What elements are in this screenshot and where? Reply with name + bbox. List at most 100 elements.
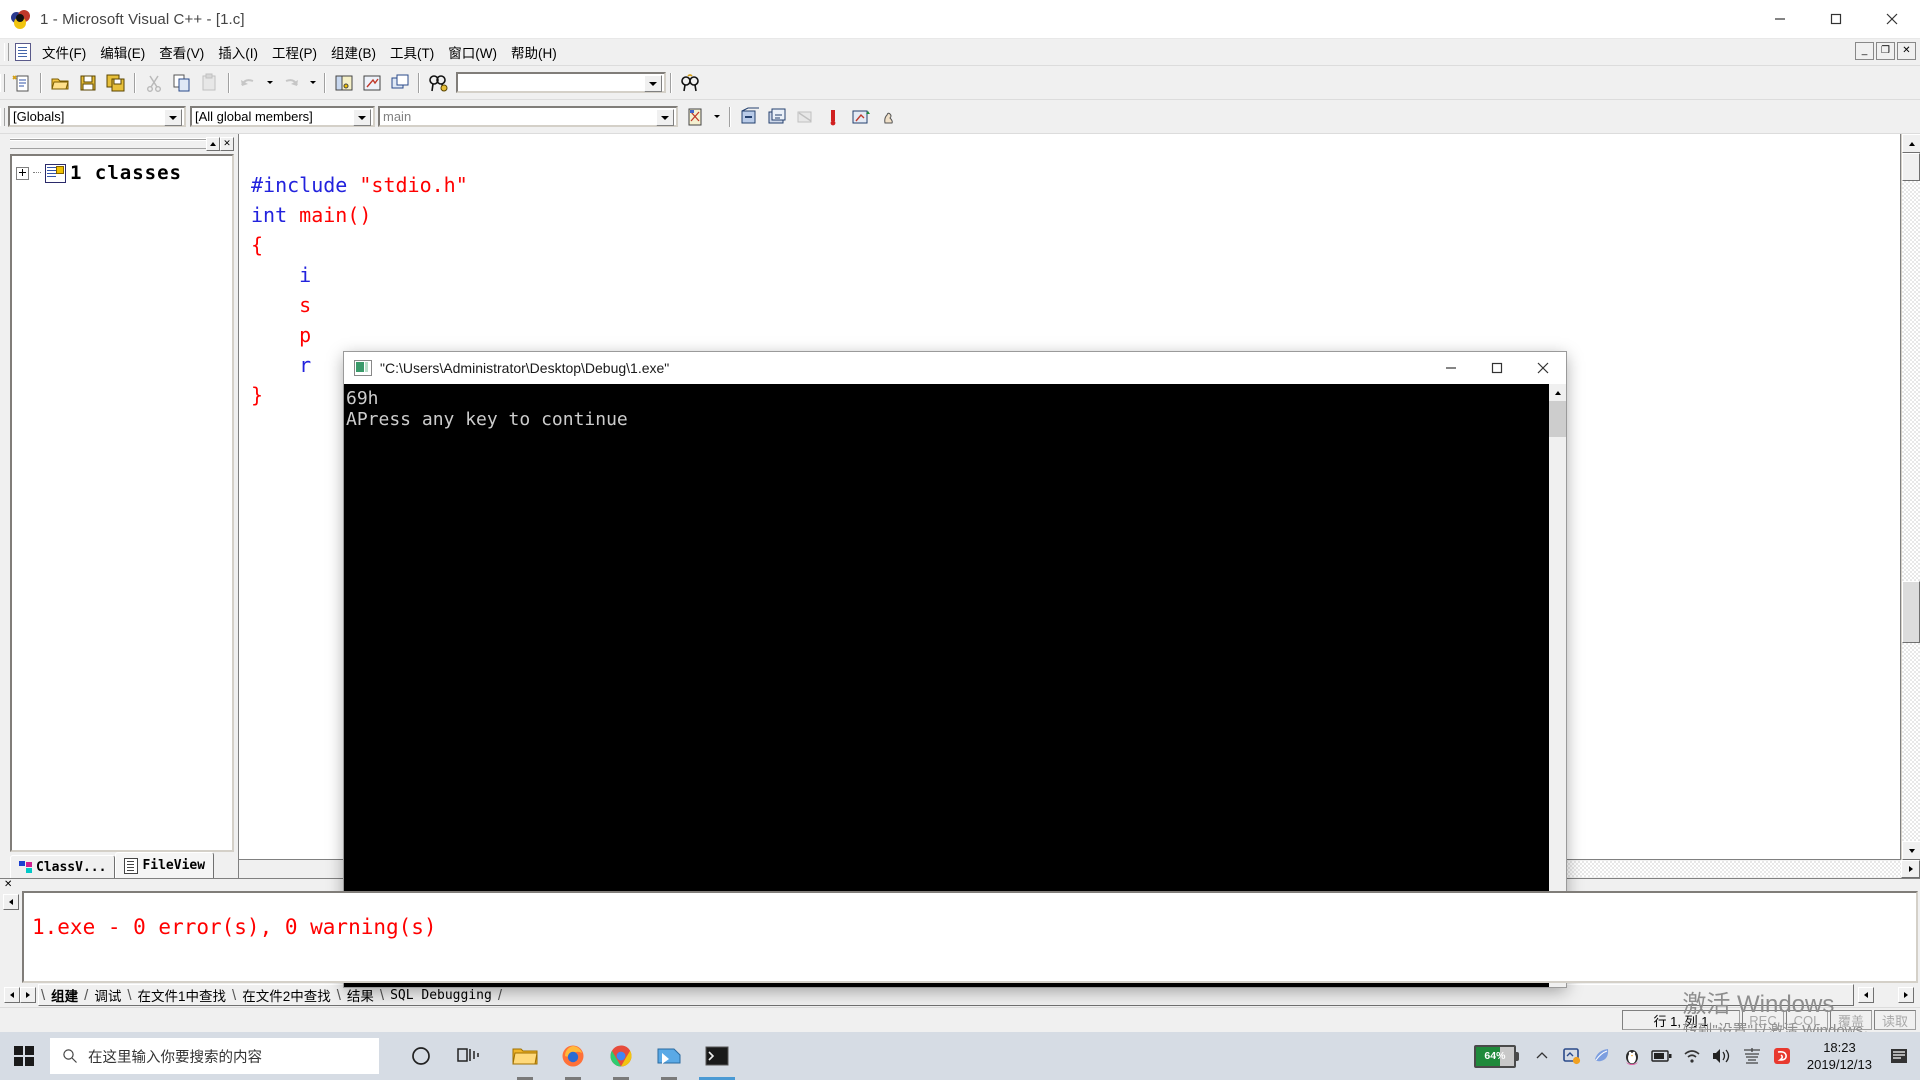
output-tab-results[interactable]: 结果 [341, 985, 380, 1005]
wifi-icon[interactable] [1677, 1032, 1707, 1080]
output-close-button[interactable]: ✕ [4, 880, 12, 890]
tree-item-classes[interactable]: 1 classes [12, 156, 232, 190]
compile-icon[interactable] [736, 104, 762, 130]
output-text-area[interactable]: 1.exe - 0 error(s), 0 warning(s) [22, 891, 1918, 983]
start-button[interactable] [0, 1032, 48, 1080]
close-button[interactable] [1864, 0, 1920, 38]
chrome-icon[interactable] [597, 1032, 645, 1080]
hscroll-right-button[interactable] [1901, 860, 1920, 878]
wizard-action-icon[interactable] [682, 104, 708, 130]
mdi-minimize-button[interactable]: _ [1855, 42, 1874, 60]
output-scroll-left-button[interactable] [3, 894, 19, 910]
execute-program-icon[interactable] [820, 104, 846, 130]
volume-icon[interactable] [1707, 1032, 1737, 1080]
battery-icon[interactable] [1647, 1032, 1677, 1080]
redo-icon[interactable] [278, 70, 304, 96]
workspace-tab-classview[interactable]: ClassV... [10, 855, 116, 878]
menu-grip[interactable] [4, 43, 9, 61]
windows-list-icon[interactable] [387, 70, 413, 96]
visual-cpp-icon[interactable] [645, 1032, 693, 1080]
console-minimize-button[interactable] [1428, 352, 1474, 384]
insert-breakpoint-icon[interactable] [876, 104, 902, 130]
expand-plus-icon[interactable] [16, 166, 29, 180]
file-explorer-icon[interactable] [501, 1032, 549, 1080]
redo-dropdown-arrow[interactable] [306, 70, 319, 96]
console-scroll-thumb[interactable] [1549, 401, 1566, 437]
notification-center-icon[interactable] [1882, 1032, 1916, 1080]
build-icon[interactable] [764, 104, 790, 130]
cortana-icon[interactable] [397, 1032, 445, 1080]
go-debug-icon[interactable] [848, 104, 874, 130]
screenshot-tool-icon[interactable] [1557, 1032, 1587, 1080]
maximize-button[interactable] [1808, 0, 1864, 38]
taskbar-clock[interactable]: 18:23 2019/12/13 [1797, 1032, 1882, 1080]
vertical-scroll-thumb[interactable] [1902, 153, 1920, 181]
output-tab-find-in-files-2[interactable]: 在文件2中查找 [236, 985, 337, 1005]
output-tab-sql-debugging[interactable]: SQL Debugging [384, 988, 498, 1003]
cut-icon[interactable] [141, 70, 167, 96]
scroll-up-button[interactable] [1902, 134, 1920, 153]
output-tabs-next-button[interactable] [20, 987, 36, 1003]
toolbar-grip[interactable] [0, 73, 5, 92]
workspace-close-button[interactable]: ✕ [220, 136, 234, 151]
class-combo[interactable]: [Globals] [8, 106, 186, 127]
function-combo[interactable]: main [378, 106, 678, 127]
workspace-tree[interactable]: 1 classes [10, 154, 234, 852]
menu-item-tools[interactable]: 工具(T) [383, 39, 441, 65]
console-window-icon[interactable] [693, 1032, 741, 1080]
menu-item-file[interactable]: 文件(F) [35, 39, 93, 65]
workspace-window-icon[interactable] [331, 70, 357, 96]
ime-icon[interactable] [1737, 1032, 1767, 1080]
mdi-restore-button[interactable]: ❐ [1876, 42, 1895, 60]
output-tab-debug[interactable]: 调试 [88, 985, 127, 1005]
menu-item-build[interactable]: 组建(B) [324, 39, 383, 65]
editor-vertical-scrollbar[interactable] [1901, 134, 1920, 860]
output-tab-build[interactable]: 组建 [45, 985, 84, 1005]
class-combo-arrow[interactable] [164, 109, 182, 126]
console-scroll-track[interactable] [1549, 401, 1566, 970]
console-titlebar[interactable]: "C:\Users\Administrator\Desktop\Debug\1.… [344, 352, 1566, 384]
save-all-icon[interactable] [103, 70, 129, 96]
open-folder-icon[interactable] [47, 70, 73, 96]
members-combo[interactable]: [All global members] [190, 106, 375, 127]
find-in-files-icon[interactable] [425, 70, 451, 96]
find-dropdown-arrow[interactable] [644, 75, 662, 92]
output-hscroll-right-button[interactable] [1898, 987, 1914, 1003]
console-close-button[interactable] [1520, 352, 1566, 384]
undo-icon[interactable] [235, 70, 261, 96]
wizard-dropdown-arrow[interactable] [710, 104, 724, 130]
chevron-up-icon[interactable] [1527, 1032, 1557, 1080]
menu-item-edit[interactable]: 编辑(E) [93, 39, 152, 65]
menu-item-view[interactable]: 查看(V) [152, 39, 211, 65]
minimize-button[interactable] [1752, 0, 1808, 38]
output-window-icon[interactable] [359, 70, 385, 96]
save-icon[interactable] [75, 70, 101, 96]
menu-item-insert[interactable]: 插入(I) [211, 39, 265, 65]
battery-meter[interactable]: 64% [1473, 1044, 1519, 1068]
console-scroll-up-button[interactable] [1549, 384, 1566, 401]
binoculars-icon[interactable] [677, 70, 703, 96]
task-view-icon[interactable] [445, 1032, 493, 1080]
vertical-scroll-thumb-lower[interactable] [1902, 581, 1920, 643]
leaf-icon[interactable] [1587, 1032, 1617, 1080]
new-text-file-icon[interactable] [9, 70, 35, 96]
qq-penguin-icon[interactable] [1617, 1032, 1647, 1080]
sogou-input-icon[interactable] [1767, 1032, 1797, 1080]
menu-item-project[interactable]: 工程(P) [265, 39, 324, 65]
workspace-collapse-button[interactable] [206, 136, 220, 151]
mdi-close-button[interactable]: ✕ [1897, 42, 1916, 60]
output-tab-find-in-files-1[interactable]: 在文件1中查找 [132, 985, 233, 1005]
function-combo-arrow[interactable] [656, 109, 674, 126]
menu-item-help[interactable]: 帮助(H) [504, 39, 564, 65]
firefox-icon[interactable] [549, 1032, 597, 1080]
menu-item-window[interactable]: 窗口(W) [441, 39, 504, 65]
console-maximize-button[interactable] [1474, 352, 1520, 384]
workspace-title-grip[interactable] [10, 138, 206, 149]
output-tabs-prev-button[interactable] [4, 987, 20, 1003]
stop-build-icon[interactable] [792, 104, 818, 130]
taskbar-search-box[interactable]: 在这里输入你要搜索的内容 [50, 1038, 379, 1074]
paste-icon[interactable] [197, 70, 223, 96]
copy-icon[interactable] [169, 70, 195, 96]
workspace-tab-fileview[interactable]: FileView [115, 852, 215, 878]
find-combo[interactable] [456, 72, 666, 93]
